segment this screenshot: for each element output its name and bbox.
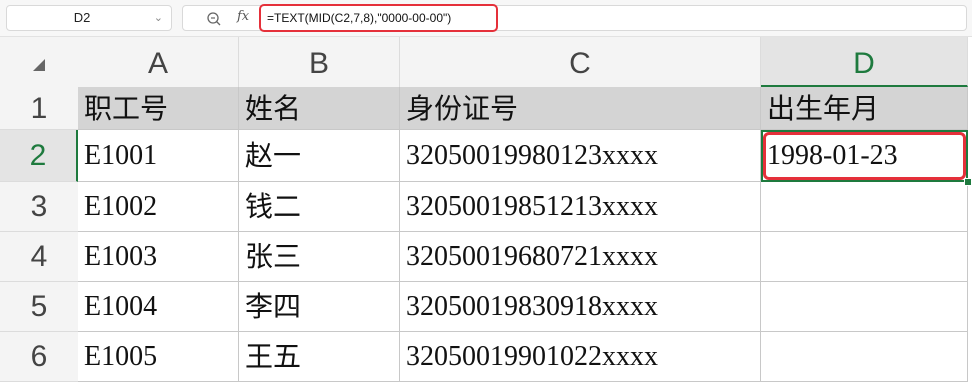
row-header-1[interactable]: 1 [0,87,78,130]
select-all-corner[interactable] [0,37,78,87]
column-header-c[interactable]: C [400,37,761,87]
cell-a6[interactable]: E1005 [78,332,239,382]
formula-highlight-box[interactable]: =TEXT(MID(C2,7,8),"0000-00-00") [259,4,498,32]
cell-a1[interactable]: 职工号 [78,87,239,130]
cell-c1[interactable]: 身份证号 [400,87,761,130]
cell-c6[interactable]: 32050019901022xxxx [400,332,761,382]
formula-input-area[interactable]: fx =TEXT(MID(C2,7,8),"0000-00-00") [182,4,967,32]
row-header-4[interactable]: 4 [0,232,78,282]
cell-d3[interactable] [761,182,968,232]
row-header-3[interactable]: 3 [0,182,78,232]
chevron-down-icon[interactable]: ⌄ [154,11,163,24]
row-header-5[interactable]: 5 [0,282,78,332]
cell-b4[interactable]: 张三 [239,232,400,282]
result-highlight-box [763,132,966,180]
cell-c4[interactable]: 32050019680721xxxx [400,232,761,282]
cell-b6[interactable]: 王五 [239,332,400,382]
name-box[interactable]: D2 ⌄ [6,5,172,31]
fill-handle[interactable] [964,178,972,186]
zoom-icon[interactable] [205,10,223,28]
cell-a2[interactable]: E1001 [78,130,239,182]
row-header-2[interactable]: 2 [0,130,78,182]
function-icon[interactable]: fx [237,9,249,24]
cell-b3[interactable]: 钱二 [239,182,400,232]
cell-b1[interactable]: 姓名 [239,87,400,130]
cell-c2[interactable]: 32050019980123xxxx [400,130,761,182]
cell-d1[interactable]: 出生年月 [761,87,968,130]
cell-c5[interactable]: 32050019830918xxxx [400,282,761,332]
cell-b5[interactable]: 李四 [239,282,400,332]
row-header-6[interactable]: 6 [0,332,78,382]
formula-bar: D2 ⌄ fx =TEXT(MID(C2,7,8),"0000-00-00") [0,0,972,37]
cell-b2[interactable]: 赵一 [239,130,400,182]
cell-reference: D2 [73,10,91,25]
cell-d6[interactable] [761,332,968,382]
column-header-d[interactable]: D [761,37,968,87]
cell-c3[interactable]: 32050019851213xxxx [400,182,761,232]
column-header-b[interactable]: B [239,37,400,87]
cell-a4[interactable]: E1003 [78,232,239,282]
cell-d4[interactable] [761,232,968,282]
formula-text: =TEXT(MID(C2,7,8),"0000-00-00") [267,11,452,25]
select-all-icon [33,59,45,71]
cell-a3[interactable]: E1002 [78,182,239,232]
cell-a5[interactable]: E1004 [78,282,239,332]
cell-d5[interactable] [761,282,968,332]
column-header-a[interactable]: A [78,37,239,87]
